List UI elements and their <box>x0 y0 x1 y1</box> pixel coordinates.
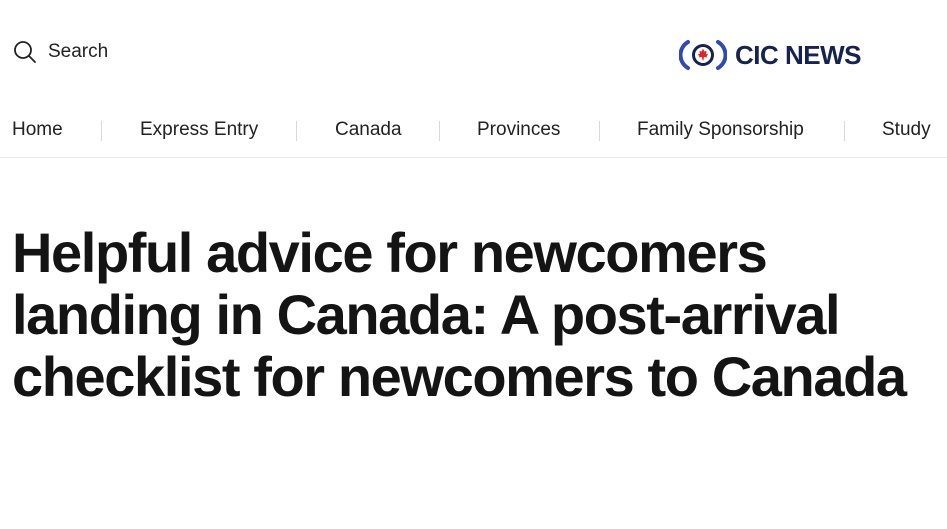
nav-item-study[interactable]: Study <box>882 119 931 141</box>
nav-item-express-entry[interactable]: Express Entry <box>140 119 258 141</box>
search-label: Search <box>48 41 109 62</box>
nav-item-canada[interactable]: Canada <box>335 119 402 141</box>
maple-leaf-icon <box>678 37 728 73</box>
nav-divider <box>599 121 600 141</box>
nav-item-provinces[interactable]: Provinces <box>477 119 560 141</box>
nav-divider <box>101 121 102 141</box>
search-icon <box>12 39 38 65</box>
nav-divider <box>439 121 440 141</box>
search-button[interactable]: Search <box>12 39 108 65</box>
site-logo[interactable]: CIC NEWS <box>678 37 862 73</box>
nav-divider <box>296 121 297 141</box>
nav-item-home[interactable]: Home <box>12 119 63 141</box>
main-nav: Home Express Entry Canada Provinces Fami… <box>0 105 947 158</box>
logo-text: CIC NEWS <box>735 39 862 70</box>
site-header: Search CIC NEWS <box>0 0 947 105</box>
nav-item-family-sponsorship[interactable]: Family Sponsorship <box>637 119 804 141</box>
article-title: Helpful advice for newcomers landing in … <box>12 221 907 408</box>
nav-divider <box>844 121 845 141</box>
